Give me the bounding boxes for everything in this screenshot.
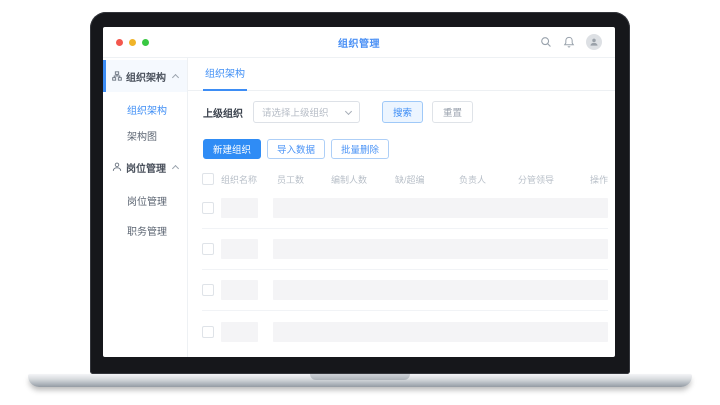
traffic-lights: [116, 39, 149, 46]
sidebar-group-org-structure[interactable]: 组织架构: [103, 60, 187, 92]
search-icon[interactable]: [540, 36, 552, 48]
sidebar-group-label: 岗位管理: [126, 160, 166, 175]
column-under-over: 缺/超编: [395, 173, 459, 186]
skeleton-cell: [221, 280, 258, 300]
close-window-button[interactable]: [116, 39, 123, 46]
create-org-button[interactable]: 新建组织: [203, 139, 261, 159]
sitemap-icon: [112, 71, 122, 81]
parent-org-select[interactable]: 请选择上级组织: [253, 101, 360, 123]
chevron-up-icon: [172, 164, 179, 171]
select-placeholder: 请选择上级组织: [262, 105, 329, 119]
tab-bar: 组织架构: [188, 58, 615, 91]
column-org-name: 组织名称: [221, 173, 277, 186]
reset-button[interactable]: 重置: [432, 101, 473, 123]
sidebar-group-label: 组织架构: [126, 69, 166, 84]
row-checkbox[interactable]: [202, 202, 214, 214]
minimize-window-button[interactable]: [129, 39, 136, 46]
column-operations: 操作: [588, 173, 608, 186]
select-all-checkbox[interactable]: [202, 173, 214, 185]
user-avatar[interactable]: [586, 34, 602, 50]
table-row: [202, 311, 608, 352]
sidebar: 组织架构 组织架构 架构图 岗位管理 岗位管理 职务管理: [103, 58, 188, 357]
app-window: 组织管理: [103, 27, 615, 357]
row-checkbox[interactable]: [202, 284, 214, 296]
column-leader: 分管领导: [518, 173, 588, 186]
skeleton-bar: [273, 322, 608, 342]
table-row: [202, 229, 608, 270]
table-row: [202, 270, 608, 311]
laptop-notch: [310, 374, 410, 380]
main-content: 组织架构 上级组织 请选择上级组织 搜索 重置 新建组织 导入数据: [188, 58, 615, 357]
column-manager: 负责人: [459, 173, 518, 186]
skeleton-bar: [273, 280, 608, 300]
window-header: 组织管理: [103, 27, 615, 58]
laptop-bezel: 组织管理: [90, 12, 630, 374]
skeleton-cell: [221, 239, 258, 259]
row-checkbox[interactable]: [202, 243, 214, 255]
zoom-window-button[interactable]: [142, 39, 149, 46]
skeleton-cell: [221, 198, 258, 218]
import-data-button[interactable]: 导入数据: [267, 139, 325, 159]
column-headcount: 编制人数: [331, 173, 395, 186]
skeleton-cell: [221, 322, 258, 342]
chevron-down-icon: [345, 107, 352, 114]
search-button[interactable]: 搜索: [382, 101, 423, 123]
sidebar-item-org-structure[interactable]: 组织架构: [103, 96, 187, 122]
table-row: [202, 188, 608, 229]
position-icon: [112, 162, 122, 172]
org-table: 组织名称 员工数 编制人数 缺/超编 负责人 分管领导 操作: [188, 170, 615, 352]
person-icon: [589, 37, 599, 47]
row-checkbox[interactable]: [202, 326, 214, 338]
tab-org-structure[interactable]: 组织架构: [203, 65, 247, 91]
laptop-mockup: 组织管理: [0, 0, 720, 405]
sidebar-group-position-mgmt[interactable]: 岗位管理: [103, 151, 187, 183]
batch-delete-button[interactable]: 批量删除: [331, 139, 389, 159]
chevron-up-icon: [172, 73, 179, 80]
table-header: 组织名称 员工数 编制人数 缺/超编 负责人 分管领导 操作: [202, 170, 608, 188]
sidebar-item-architecture-chart[interactable]: 架构图: [103, 122, 187, 148]
action-buttons: 新建组织 导入数据 批量删除: [203, 139, 600, 159]
sidebar-item-position-mgmt[interactable]: 岗位管理: [103, 187, 187, 213]
header-actions: [540, 34, 602, 50]
filter-row: 上级组织 请选择上级组织 搜索 重置: [203, 101, 600, 123]
bell-icon[interactable]: [563, 36, 575, 48]
page-title: 组织管理: [103, 35, 615, 50]
parent-org-label: 上级组织: [203, 105, 243, 120]
skeleton-bar: [273, 198, 608, 218]
column-employee-count: 员工数: [277, 173, 331, 186]
sidebar-item-job-mgmt[interactable]: 职务管理: [103, 217, 187, 243]
laptop-base: [28, 374, 692, 387]
skeleton-bar: [273, 239, 608, 259]
